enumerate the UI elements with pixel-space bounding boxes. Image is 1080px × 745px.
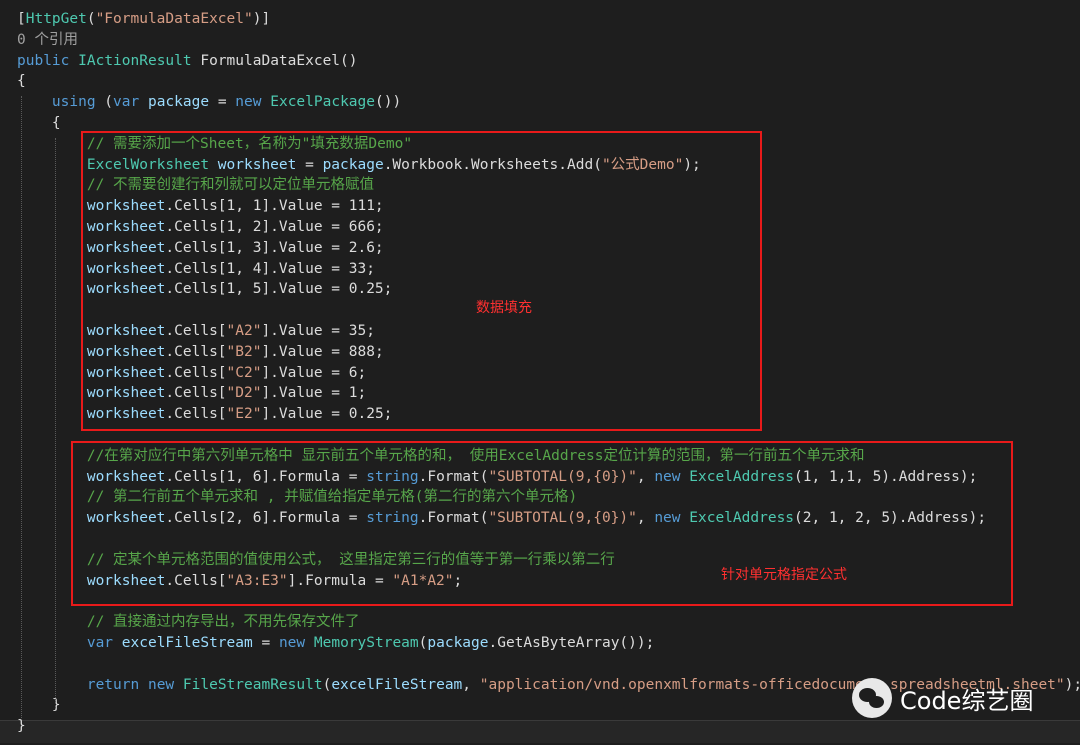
wechat-icon: [852, 678, 892, 718]
code-line[interactable]: {: [17, 71, 26, 92]
code-token: "FormulaDataExcel": [95, 11, 253, 27]
code-token: using: [51, 94, 96, 111]
code-token: IActionResult: [78, 52, 192, 69]
code-token: ExcelPackage: [270, 94, 375, 111]
code-line[interactable]: {: [17, 113, 61, 134]
watermark: Code综艺圈: [852, 676, 1033, 720]
current-line-highlight: [0, 720, 1080, 743]
code-token: package: [147, 94, 210, 111]
data-fill-box: [81, 131, 762, 431]
code-token: (: [95, 94, 114, 111]
formula-label: 针对单元格指定公式: [721, 567, 847, 583]
code-token: new: [235, 94, 262, 111]
data-fill-label: 数据填充: [476, 300, 532, 316]
code-token: )]: [252, 11, 271, 27]
code-line[interactable]: [HttpGet("FormulaDataExcel")]: [17, 9, 270, 30]
code-token: // 直接通过内存导出，不用先保存文件了: [86, 614, 360, 631]
code-token: excelFileStream: [331, 676, 463, 693]
code-token: FileStreamResult: [182, 676, 323, 693]
code-token: (: [86, 11, 96, 27]
code-token: [: [17, 11, 26, 27]
code-token: =: [209, 94, 236, 111]
code-line[interactable]: using (var package = new ExcelPackage()): [17, 92, 401, 113]
code-line[interactable]: public IActionResult FormulaDataExcel(): [17, 51, 358, 72]
code-token: {: [17, 73, 26, 90]
indent-guide: [55, 138, 56, 708]
code-token: }: [17, 718, 26, 735]
code-token: FormulaDataExcel(): [191, 52, 358, 69]
code-line[interactable]: var excelFileStream = new MemoryStream(p…: [17, 633, 655, 654]
watermark-text: Code综艺圈: [900, 686, 1034, 715]
code-token: return: [86, 676, 140, 693]
code-token: .GetAsByteArray());: [488, 635, 655, 651]
code-token: HttpGet: [25, 11, 87, 27]
formula-box: [71, 441, 1013, 606]
code-token: 0 个引用: [17, 31, 78, 48]
code-token: ()): [375, 94, 402, 111]
code-token: excelFileStream: [121, 635, 253, 651]
code-token: );: [1064, 676, 1080, 693]
code-line[interactable]: 0 个引用: [17, 30, 78, 51]
code-token: new: [147, 676, 175, 693]
indent-guide: [21, 96, 22, 720]
code-token: ,: [462, 676, 480, 693]
code-token: var: [113, 94, 140, 111]
code-token: new: [278, 635, 306, 651]
code-token: MemoryStream: [313, 635, 419, 651]
code-token: package: [427, 635, 489, 651]
code-token: {: [17, 115, 61, 131]
code-token: var: [86, 635, 114, 651]
code-line[interactable]: // 直接通过内存导出，不用先保存文件了: [17, 612, 360, 633]
code-token: public: [17, 52, 70, 69]
code-token: =: [252, 635, 279, 651]
